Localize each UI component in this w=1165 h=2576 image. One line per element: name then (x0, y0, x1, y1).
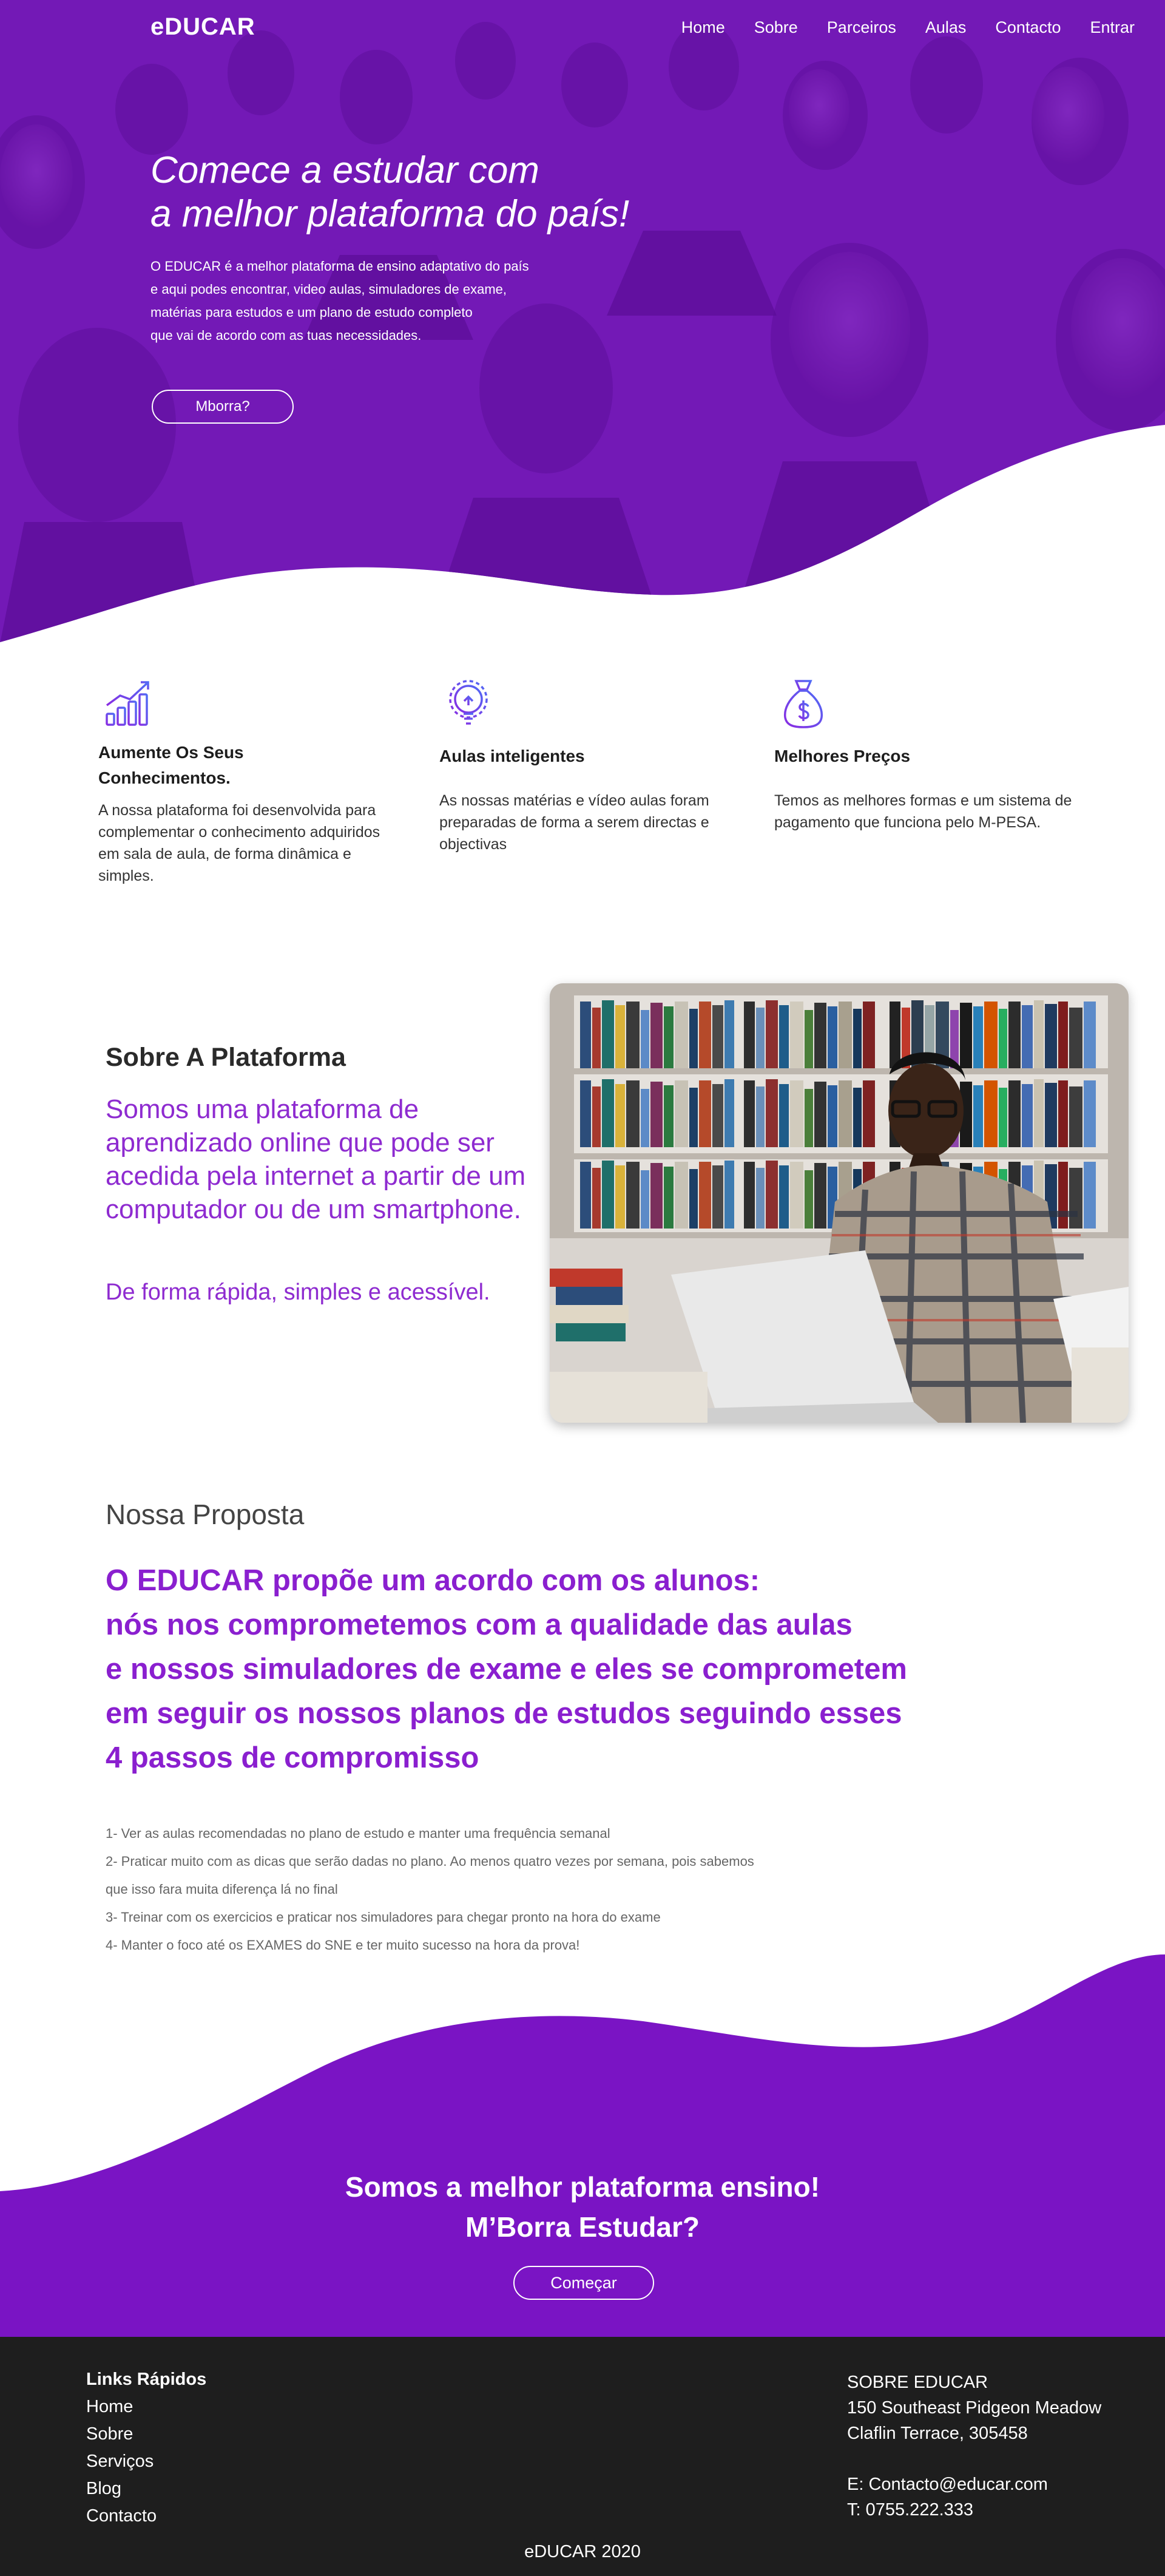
feature-text: Temos as melhores formas e um sistema de… (774, 792, 1072, 831)
site-logo[interactable]: eDUCAR (150, 13, 255, 41)
proposta-line: em seguir os nossos planos de estudos se… (106, 1697, 902, 1730)
nav-parceiros[interactable]: Parceiros (827, 18, 896, 37)
cta-line-1: Somos a melhor plataforma ensino! (345, 2171, 820, 2203)
proposta-line: 4 passos de compromisso (106, 1741, 479, 1774)
hero-text-line: que vai de acordo com as tuas necessidad… (150, 328, 422, 343)
logo-text: DUCAR (164, 13, 255, 40)
hero-title-line-1: Comece a estudar com (150, 149, 539, 191)
feature-title: Aumente Os Seus Conhecimentos. (98, 743, 244, 787)
feature-text: As nossas matérias e vídeo aulas foram p… (439, 792, 709, 853)
cta-line-2: M’Borra Estudar? (465, 2211, 700, 2243)
nav-entrar[interactable]: Entrar (1090, 18, 1135, 37)
step-item: 2- Praticar muito com as dicas que serão… (106, 1854, 754, 1869)
feature-title: Melhores Preços (774, 747, 911, 765)
feature-text: A nossa plataforma foi desenvolvida para… (98, 802, 380, 884)
contact-address-line-1: 150 Southeast Pidgeon Meadow (847, 2398, 1102, 2418)
nav-contacto[interactable]: Contacto (995, 18, 1061, 37)
money-bag-icon (783, 680, 823, 728)
proposta-statement: O EDUCAR propõe um acordo com os alunos:… (106, 1559, 1016, 1780)
contact-address-line-2: Claflin Terrace, 305458 (847, 2424, 1028, 2443)
mborra-button[interactable]: Mborra? (152, 390, 294, 424)
proposta-line: e nossos simuladores de exame e eles se … (106, 1653, 907, 1686)
footer-link-contacto[interactable]: Contacto (86, 2503, 206, 2530)
nav-sobre[interactable]: Sobre (754, 18, 798, 37)
proposta-line: nós nos comprometemos com a qualidade da… (106, 1608, 853, 1641)
footer-link-home[interactable]: Home (86, 2393, 206, 2421)
footer-link-blog[interactable]: Blog (86, 2475, 206, 2503)
proposta-line: O EDUCAR propõe um acordo com os alunos: (106, 1564, 760, 1597)
contact-title: SOBRE EDUCAR (847, 2373, 988, 2392)
feature-card-knowledge: Aumente Os Seus Conhecimentos. A nossa p… (98, 674, 414, 887)
cta-heading: Somos a melhor plataforma ensino! M’Borr… (0, 2167, 1165, 2247)
footer-link-sobre[interactable]: Sobre (86, 2421, 206, 2448)
feature-card-prices: Melhores Preços Temos as melhores formas… (774, 674, 1090, 833)
hero-text-line: O EDUCAR é a melhor plataforma de ensino… (150, 259, 529, 274)
quick-links: Links Rápidos Home Sobre Serviços Blog C… (86, 2370, 206, 2530)
step-item: que isso fara muita diferença lá no fina… (106, 1882, 338, 1897)
feature-card-lessons: Aulas inteligentes As nossas matérias e … (439, 674, 755, 855)
step-item: 1- Ver as aulas recomendadas no plano de… (106, 1826, 610, 1841)
about-subtitle: De forma rápida, simples e acessível. (106, 1280, 490, 1305)
about-text: Somos uma plataforma de aprendizado onli… (106, 1094, 526, 1224)
hero-section: eDUCAR Home Sobre Parceiros Aulas Contac… (0, 0, 1165, 643)
nav-aulas[interactable]: Aulas (925, 18, 967, 37)
hero-description: O EDUCAR é a melhor plataforma de ensino… (150, 255, 612, 347)
logo-letter-e: e (150, 13, 165, 40)
footer-link-servicos[interactable]: Serviços (86, 2448, 206, 2475)
contact-email[interactable]: E: Contacto@educar.com (847, 2472, 1101, 2497)
copyright: eDUCAR 2020 (524, 2542, 641, 2561)
contact-phone[interactable]: T: 0755.222.333 (847, 2497, 1101, 2523)
chart-bars-icon (106, 681, 149, 726)
student-laptop-photo (550, 983, 1129, 1423)
library-student-illustration (550, 983, 1129, 1423)
hero-text-line: matérias para estudos e um plano de estu… (150, 305, 473, 320)
hero-text-line: e aqui podes encontrar, video aulas, sim… (150, 282, 507, 297)
nav-home[interactable]: Home (681, 18, 725, 37)
footer: Links Rápidos Home Sobre Serviços Blog C… (0, 2337, 1165, 2576)
contact-info: SOBRE EDUCAR 150 Southeast Pidgeon Meado… (847, 2370, 1101, 2523)
lightbulb-icon (449, 680, 488, 725)
hero-title: Comece a estudar com a melhor plataforma… (150, 149, 757, 236)
proposta-title: Nossa Proposta (106, 1499, 305, 1530)
quick-links-title: Links Rápidos (86, 2370, 207, 2389)
comecar-button[interactable]: Começar (513, 2266, 654, 2300)
feature-title: Aulas inteligentes (439, 747, 585, 765)
step-item: 3- Treinar com os exercicios e praticar … (106, 1910, 661, 1925)
about-title: Sobre A Plataforma (106, 1043, 346, 1072)
hero-title-line-2: a melhor plataforma do país! (150, 193, 630, 235)
main-nav: Home Sobre Parceiros Aulas Contacto Entr… (652, 18, 1135, 37)
